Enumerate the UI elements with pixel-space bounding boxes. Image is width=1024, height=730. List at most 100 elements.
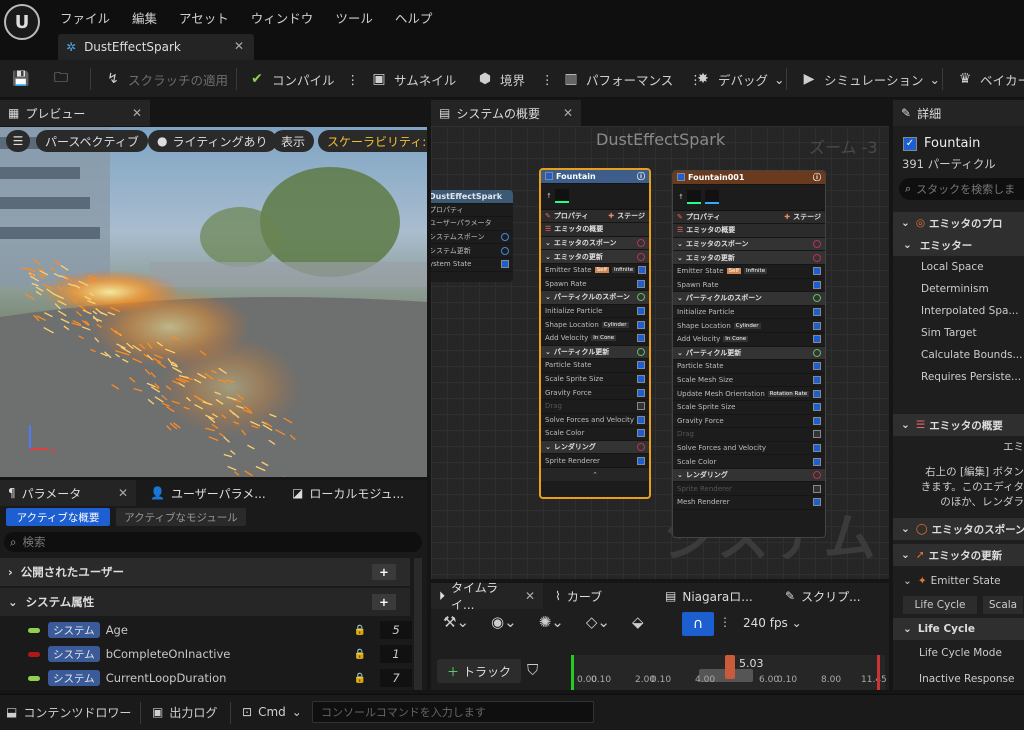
parameter-value[interactable]: 5 <box>380 621 412 639</box>
module-row[interactable]: Shape Location Cylinder <box>541 318 649 332</box>
system-attributes-section[interactable]: ⌄ システム属性 + <box>0 588 410 616</box>
stage-header[interactable]: ⌄ エミッタのスポーン <box>541 236 649 251</box>
playback-icon[interactable]: ✺⌄ <box>539 613 564 631</box>
preview-viewport[interactable]: x <box>0 127 427 477</box>
system-node-row[interactable]: ystem State <box>431 258 513 272</box>
scripts-tab[interactable]: ✎ スクリプ... <box>777 583 889 609</box>
enable-checkbox[interactable] <box>813 443 821 452</box>
property-row[interactable]: Inactive Response <box>893 668 1024 690</box>
enable-checkbox[interactable] <box>813 403 821 412</box>
enable-checkbox[interactable] <box>813 484 821 493</box>
add-module-icon[interactable] <box>813 471 821 480</box>
lighting-button[interactable]: ● ライティングあり <box>148 130 277 152</box>
parameter-value[interactable]: 7 <box>380 669 412 687</box>
property-row[interactable]: Requires Persiste... <box>893 366 1024 388</box>
console-input[interactable]: コンソールコマンドを入力します <box>312 701 594 723</box>
module-row[interactable]: Scale Mesh Size <box>673 374 825 388</box>
debug-button[interactable]: ✸ デバッグ ⌄ <box>694 60 784 98</box>
enable-checkbox[interactable] <box>813 308 821 317</box>
menu-item[interactable]: 編集 <box>132 8 169 27</box>
enable-checkbox[interactable]: ✓ <box>903 136 917 151</box>
local-modules-tab[interactable]: ◪ ローカルモジュ... <box>284 480 424 506</box>
add-module-icon[interactable] <box>637 347 645 356</box>
snap-magnet-icon[interactable]: ∩ <box>682 612 714 636</box>
menu-item[interactable]: ファイル <box>60 8 122 27</box>
module-row[interactable]: Spawn Rate <box>541 278 649 292</box>
subsection-header[interactable]: ⌄ エミッター <box>893 234 1024 256</box>
curves-tab[interactable]: ⌇ カーブ <box>547 583 647 609</box>
system-overview-tab[interactable]: ▤ システムの概要 ✕ <box>431 100 581 126</box>
stage-header[interactable]: ⌄ エミッタのスポーン <box>673 237 825 252</box>
thumbnail-button[interactable]: ▣ サムネイル <box>370 60 456 98</box>
more-options-icon[interactable]: ⋮ <box>541 72 554 87</box>
enable-checkbox[interactable] <box>638 266 647 275</box>
module-row[interactable]: Drag <box>673 428 825 442</box>
enable-checkbox[interactable] <box>813 376 821 385</box>
property-row[interactable]: Interpolated Spa... <box>893 300 1024 322</box>
enable-checkbox[interactable] <box>637 279 645 288</box>
section-header[interactable]: ⌄ ◯ エミッタのスポーン <box>893 518 1024 540</box>
wrench-icon[interactable]: ⚒⌄ <box>443 613 469 631</box>
enable-checkbox[interactable] <box>637 320 645 329</box>
show-button[interactable]: 表示 <box>272 130 315 152</box>
add-module-icon[interactable] <box>501 246 509 255</box>
stage-header[interactable]: ⌄ パーティクル更新 <box>541 345 649 360</box>
module-row[interactable]: Update Mesh Orientation Rotation Rate <box>673 387 825 401</box>
module-row[interactable]: Initialize Particle <box>541 305 649 319</box>
parameter-value[interactable]: 1 <box>380 645 412 663</box>
eye-icon[interactable]: ◉⌄ <box>491 613 517 631</box>
property-row[interactable]: Calculate Bounds... <box>893 344 1024 366</box>
section-header[interactable]: ⌄ ✦ Emitter State <box>893 570 1024 592</box>
browse-button[interactable]: 🗀 <box>52 60 70 98</box>
module-row[interactable]: Solve Forces and Velocity <box>673 442 825 456</box>
add-module-icon[interactable] <box>813 348 821 357</box>
section-header[interactable]: ⌄ ☰ エミッタの概要 <box>893 414 1024 436</box>
add-stage-icon[interactable]: ✚ <box>608 212 614 220</box>
module-row[interactable]: Sprite Renderer <box>673 482 825 497</box>
module-row[interactable]: Scale Sprite Size <box>673 401 825 415</box>
enable-checkbox[interactable] <box>637 361 645 370</box>
stage-header[interactable]: ⌄ エミッタの更新 <box>673 251 825 265</box>
system-node[interactable]: DustEffectSpark プロパティ ユーザーパラメータ システムスポーン シス… <box>431 190 513 282</box>
simulation-button[interactable]: ▶ シミュレーション ⌄ <box>800 60 940 98</box>
autokey-icon[interactable]: ⬙ <box>632 613 644 631</box>
bounds-button[interactable]: ⬢ 境界 ⋮ <box>476 60 554 98</box>
enable-checkbox[interactable] <box>637 429 645 438</box>
scalability-tab-button[interactable]: Scala <box>983 596 1023 614</box>
add-icon[interactable]: + <box>372 594 396 610</box>
enable-checkbox[interactable] <box>637 375 645 384</box>
active-overview-button[interactable]: アクティブな概要 <box>6 508 110 526</box>
document-tab[interactable]: ✲ DustEffectSpark ✕ <box>58 34 254 60</box>
add-icon[interactable]: + <box>372 564 396 580</box>
property-row[interactable]: Life Cycle Mode <box>893 642 1024 664</box>
module-row[interactable]: Scale Color <box>541 427 649 441</box>
enable-checkbox[interactable] <box>545 172 553 181</box>
module-row[interactable]: Gravity Force <box>541 386 649 400</box>
details-tab[interactable]: ✎ 詳細 <box>893 100 1024 126</box>
more-options-icon[interactable]: ⋮ <box>347 72 360 87</box>
add-module-icon[interactable] <box>813 253 821 262</box>
stage-header[interactable]: ⌄ パーティクル更新 <box>673 346 825 361</box>
menu-item[interactable]: ウィンドウ <box>251 8 326 27</box>
enable-checkbox[interactable] <box>813 267 821 276</box>
system-node-row[interactable]: システム更新 <box>431 244 513 258</box>
life-cycle-tab-button[interactable]: Life Cycle <box>903 596 977 614</box>
stage-header[interactable]: ⌄ パーティクルのスポーン <box>673 292 825 306</box>
stage-header[interactable]: ⌄ エミッタの更新 <box>541 250 649 264</box>
module-row[interactable]: Particle State <box>673 360 825 374</box>
section-header[interactable]: ⌄ ◎ エミッタのプロ <box>893 212 1024 234</box>
enable-checkbox[interactable] <box>637 456 645 465</box>
add-module-icon[interactable] <box>637 442 645 451</box>
module-row[interactable]: Shape Location Cylinder <box>673 319 825 333</box>
fountain001-emitter-node[interactable]: Fountain001 ⓘ ☨ ✎ プロパティ ✚ ステージ ☰ エミッタの概要 ⌄ エミッ… <box>672 170 826 538</box>
more-options-icon[interactable]: ⋮ <box>719 615 731 629</box>
menu-item[interactable]: ツール <box>335 8 385 27</box>
property-row[interactable]: Local Space <box>893 256 1024 278</box>
scalability-button[interactable]: スケーラビリティ:シ <box>318 130 427 152</box>
fountain-emitter-node[interactable]: Fountain ⓘ ☨ ✎ プロパティ ✚ ステージ ☰ エミッタの概要 ⌄ エミッタのス… <box>539 168 651 499</box>
enable-checkbox[interactable] <box>637 307 645 316</box>
system-node-row[interactable]: プロパティ <box>431 204 513 218</box>
enable-checkbox[interactable] <box>637 388 645 397</box>
add-module-icon[interactable] <box>813 294 821 303</box>
content-drawer-button[interactable]: ⬓ コンテンツドロワー <box>6 695 131 729</box>
